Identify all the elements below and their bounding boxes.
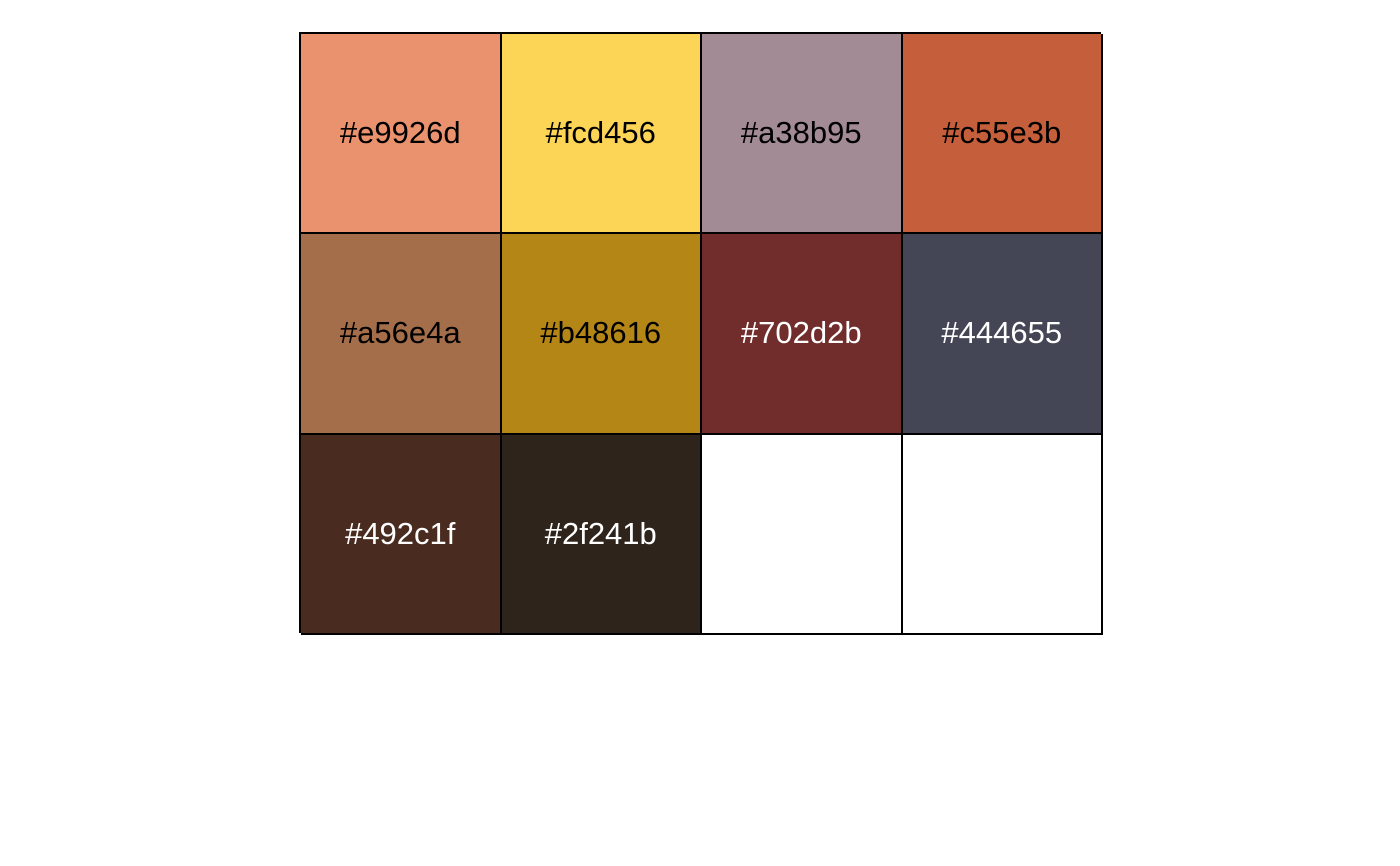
swatch-hex-label: #a56e4a xyxy=(339,315,461,351)
empty-swatch xyxy=(702,434,903,635)
color-swatch: #444655 xyxy=(902,234,1103,435)
color-palette-grid: #e9926d #fcd456 #a38b95 #c55e3b #a56e4a … xyxy=(299,32,1103,635)
swatch-hex-label: #444655 xyxy=(941,315,1063,351)
color-swatch: #702d2b xyxy=(702,234,903,435)
color-swatch: #a56e4a xyxy=(301,234,502,435)
color-swatch: #c55e3b xyxy=(902,34,1103,235)
color-swatch: #2f241b xyxy=(501,434,702,635)
color-swatch: #b48616 xyxy=(501,234,702,435)
color-swatch: #e9926d xyxy=(301,34,502,235)
swatch-hex-label: #c55e3b xyxy=(942,115,1062,151)
swatch-hex-label: #492c1f xyxy=(345,515,456,551)
color-swatch: #fcd456 xyxy=(501,34,702,235)
swatch-hex-label: #b48616 xyxy=(540,315,662,351)
swatch-hex-label: #fcd456 xyxy=(545,115,656,151)
color-swatch: #a38b95 xyxy=(702,34,903,235)
color-swatch: #492c1f xyxy=(301,434,502,635)
swatch-hex-label: #e9926d xyxy=(339,115,461,151)
empty-swatch xyxy=(902,434,1103,635)
swatch-hex-label: #a38b95 xyxy=(740,115,862,151)
swatch-hex-label: #702d2b xyxy=(740,315,862,351)
swatch-hex-label: #2f241b xyxy=(544,515,657,551)
